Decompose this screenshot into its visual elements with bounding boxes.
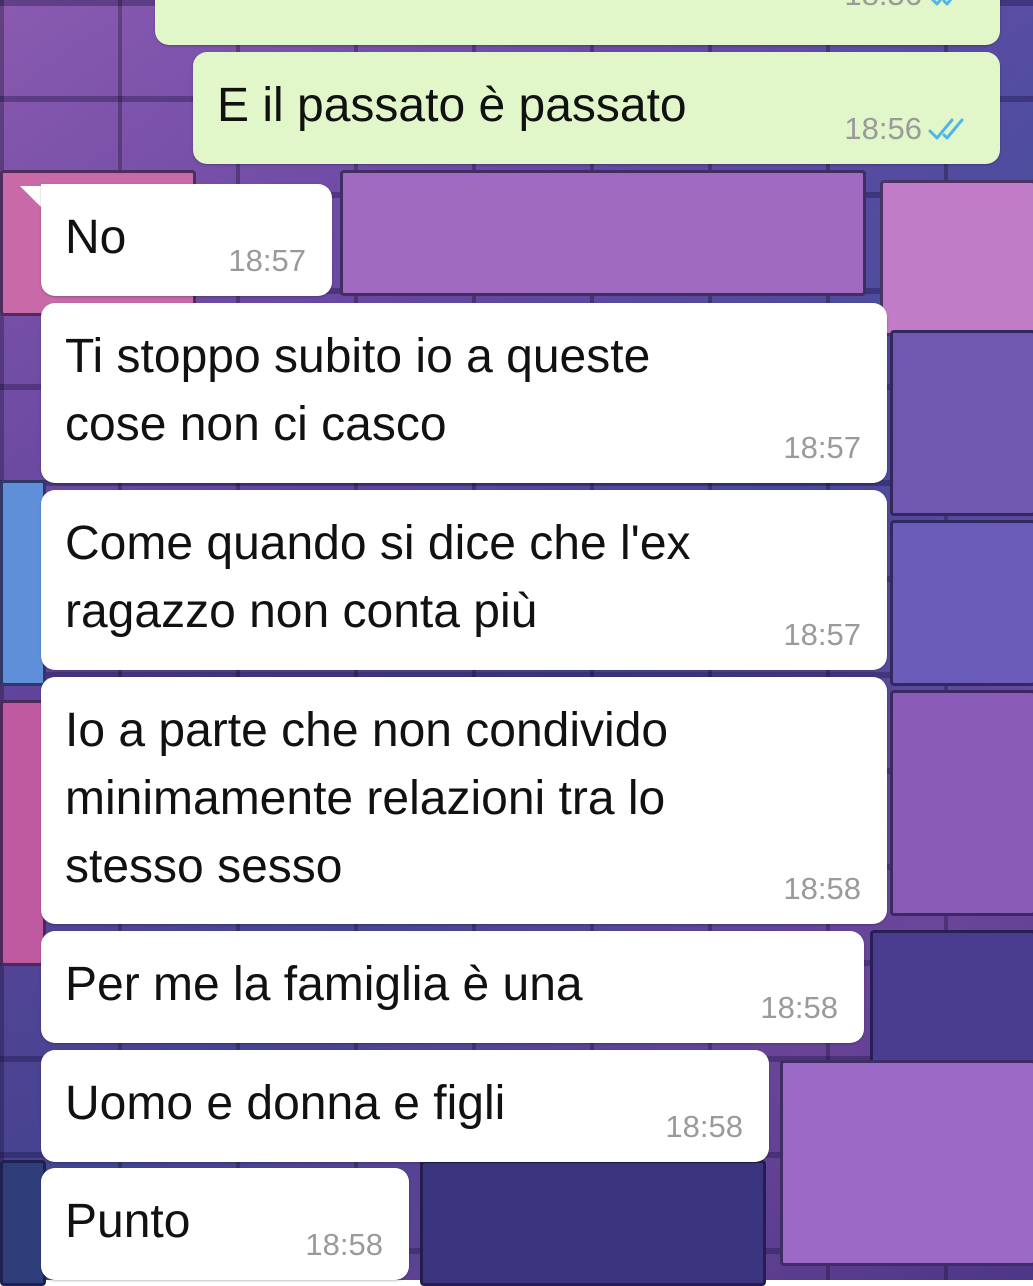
outgoing-message[interactable]: E il passato è passato 18:56 [193, 52, 1000, 164]
message-time: 18:58 [305, 1227, 383, 1262]
message-text: Per me la famiglia è una [65, 958, 583, 1011]
message-time: 18:57 [783, 430, 861, 465]
message-text: Io a parte che non condivido minimamente… [65, 704, 669, 893]
message-text: Uomo e donna e figli [65, 1077, 506, 1130]
message-text: Come quando si dice che l'ex ragazzo non… [65, 517, 691, 638]
message-time: 18:56 [844, 111, 922, 146]
incoming-message[interactable]: Punto 18:58 [41, 1168, 409, 1280]
message-time: 18:57 [228, 243, 306, 278]
incoming-message[interactable]: Ti stoppo subito io a queste cose non ci… [41, 303, 887, 483]
double-check-icon [930, 0, 953, 6]
incoming-message[interactable]: Io a parte che non condivido minimamente… [41, 677, 887, 924]
outgoing-message[interactable]: 18:56 [155, 0, 1000, 45]
message-time: 18:56 [844, 0, 922, 12]
message-text: Ti stoppo subito io a queste cose non ci… [65, 330, 651, 451]
incoming-message[interactable]: No 18:57 [41, 184, 332, 296]
message-text: No [65, 211, 127, 264]
message-time: 18:58 [783, 871, 861, 906]
message-time: 18:58 [665, 1109, 743, 1144]
message-text: Punto [65, 1195, 191, 1248]
incoming-message[interactable]: Per me la famiglia è una 18:58 [41, 931, 864, 1043]
message-time: 18:58 [760, 990, 838, 1025]
incoming-message[interactable]: Come quando si dice che l'ex ragazzo non… [41, 490, 887, 670]
double-check-icon [928, 118, 964, 140]
incoming-message[interactable]: Uomo e donna e figli 18:58 [41, 1050, 769, 1162]
message-text: E il passato è passato [217, 79, 687, 132]
message-time: 18:57 [783, 617, 861, 652]
